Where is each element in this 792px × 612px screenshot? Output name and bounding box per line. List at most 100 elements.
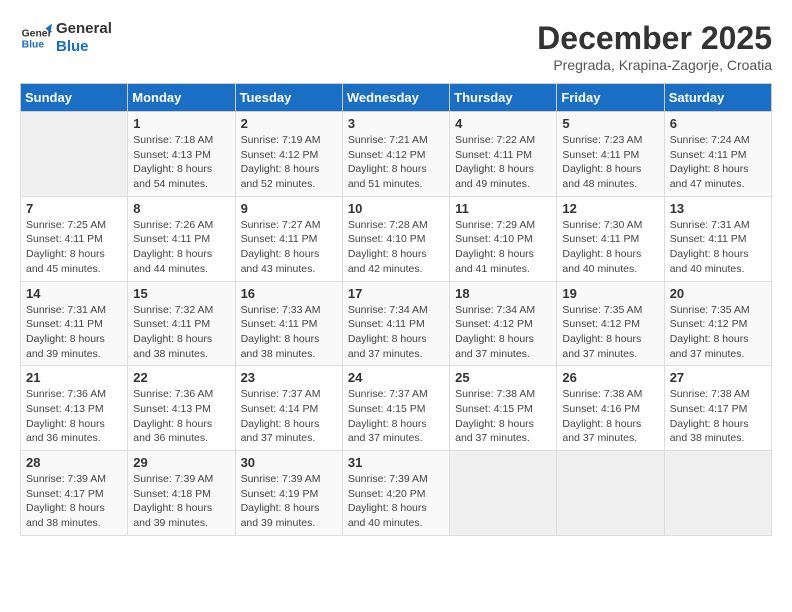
day-info: Sunrise: 7:36 AM Sunset: 4:13 PM Dayligh…: [133, 387, 229, 446]
header-wednesday: Wednesday: [342, 84, 449, 112]
day-number: 17: [348, 286, 444, 301]
day-info: Sunrise: 7:38 AM Sunset: 4:16 PM Dayligh…: [562, 387, 658, 446]
day-number: 23: [241, 370, 337, 385]
day-number: 26: [562, 370, 658, 385]
day-info: Sunrise: 7:33 AM Sunset: 4:11 PM Dayligh…: [241, 303, 337, 362]
calendar-cell: 17 Sunrise: 7:34 AM Sunset: 4:11 PM Dayli…: [342, 281, 449, 366]
day-number: 10: [348, 201, 444, 216]
day-info: Sunrise: 7:32 AM Sunset: 4:11 PM Dayligh…: [133, 303, 229, 362]
title-section: December 2025 Pregrada, Krapina-Zagorje,…: [537, 20, 772, 73]
day-info: Sunrise: 7:26 AM Sunset: 4:11 PM Dayligh…: [133, 218, 229, 277]
day-info: Sunrise: 7:30 AM Sunset: 4:11 PM Dayligh…: [562, 218, 658, 277]
day-number: 3: [348, 116, 444, 131]
day-info: Sunrise: 7:38 AM Sunset: 4:17 PM Dayligh…: [670, 387, 766, 446]
svg-text:Blue: Blue: [22, 40, 45, 51]
day-number: 7: [26, 201, 122, 216]
day-number: 24: [348, 370, 444, 385]
day-number: 12: [562, 201, 658, 216]
calendar-header-row: Sunday Monday Tuesday Wednesday Thursday…: [21, 84, 772, 112]
calendar-cell: 2 Sunrise: 7:19 AM Sunset: 4:12 PM Daylig…: [235, 112, 342, 197]
day-number: 2: [241, 116, 337, 131]
day-number: 30: [241, 455, 337, 470]
calendar-cell: 13Sunrise: 7:31 AM Sunset: 4:11 PM Dayli…: [664, 196, 771, 281]
day-number: 6: [670, 116, 766, 131]
day-info: Sunrise: 7:22 AM Sunset: 4:11 PM Dayligh…: [455, 133, 551, 192]
calendar-week-row: 14Sunrise: 7:31 AM Sunset: 4:11 PM Dayli…: [21, 281, 772, 366]
day-info: Sunrise: 7:27 AM Sunset: 4:11 PM Dayligh…: [241, 218, 337, 277]
day-info: Sunrise: 7:35 AM Sunset: 4:12 PM Dayligh…: [562, 303, 658, 362]
day-number: 19: [562, 286, 658, 301]
day-number: 4: [455, 116, 551, 131]
day-info: Sunrise: 7:39 AM Sunset: 4:17 PM Dayligh…: [26, 472, 122, 531]
day-number: 22: [133, 370, 229, 385]
day-info: Sunrise: 7:24 AM Sunset: 4:11 PM Dayligh…: [670, 133, 766, 192]
calendar-cell: 20 Sunrise: 7:35 AM Sunset: 4:12 PM Dayli…: [664, 281, 771, 366]
day-number: 11: [455, 201, 551, 216]
calendar-cell: 19 Sunrise: 7:35 AM Sunset: 4:12 PM Dayli…: [557, 281, 664, 366]
calendar-cell: 9 Sunrise: 7:27 AM Sunset: 4:11 PM Daylig…: [235, 196, 342, 281]
page-container: General Blue General Blue December 2025 …: [20, 20, 772, 536]
header-friday: Friday: [557, 84, 664, 112]
header-saturday: Saturday: [664, 84, 771, 112]
day-number: 20: [670, 286, 766, 301]
header-tuesday: Tuesday: [235, 84, 342, 112]
day-number: 29: [133, 455, 229, 470]
day-info: Sunrise: 7:19 AM Sunset: 4:12 PM Dayligh…: [241, 133, 337, 192]
calendar-cell: [21, 112, 128, 197]
calendar-cell: 29 Sunrise: 7:39 AM Sunset: 4:18 PM Dayli…: [128, 451, 235, 536]
calendar-cell: 16 Sunrise: 7:33 AM Sunset: 4:11 PM Dayli…: [235, 281, 342, 366]
logo-blue: Blue: [56, 38, 112, 56]
month-title: December 2025: [537, 20, 772, 57]
calendar-cell: [664, 451, 771, 536]
calendar-cell: 6 Sunrise: 7:24 AM Sunset: 4:11 PM Daylig…: [664, 112, 771, 197]
day-info: Sunrise: 7:35 AM Sunset: 4:12 PM Dayligh…: [670, 303, 766, 362]
header-sunday: Sunday: [21, 84, 128, 112]
day-number: 8: [133, 201, 229, 216]
day-info: Sunrise: 7:31 AM Sunset: 4:11 PM Dayligh…: [26, 303, 122, 362]
calendar-cell: [557, 451, 664, 536]
day-number: 1: [133, 116, 229, 131]
day-number: 28: [26, 455, 122, 470]
day-number: 5: [562, 116, 658, 131]
calendar-week-row: 7 Sunrise: 7:25 AM Sunset: 4:11 PM Daylig…: [21, 196, 772, 281]
calendar-cell: 22 Sunrise: 7:36 AM Sunset: 4:13 PM Dayli…: [128, 366, 235, 451]
calendar-cell: 26 Sunrise: 7:38 AM Sunset: 4:16 PM Dayli…: [557, 366, 664, 451]
day-number: 25: [455, 370, 551, 385]
calendar-week-row: 28 Sunrise: 7:39 AM Sunset: 4:17 PM Dayli…: [21, 451, 772, 536]
day-info: Sunrise: 7:25 AM Sunset: 4:11 PM Dayligh…: [26, 218, 122, 277]
day-info: Sunrise: 7:28 AM Sunset: 4:10 PM Dayligh…: [348, 218, 444, 277]
calendar-week-row: 21 Sunrise: 7:36 AM Sunset: 4:13 PM Dayli…: [21, 366, 772, 451]
day-info: Sunrise: 7:31 AM Sunset: 4:11 PM Dayligh…: [670, 218, 766, 277]
calendar-cell: 15Sunrise: 7:32 AM Sunset: 4:11 PM Dayli…: [128, 281, 235, 366]
day-info: Sunrise: 7:38 AM Sunset: 4:15 PM Dayligh…: [455, 387, 551, 446]
calendar-cell: 8 Sunrise: 7:26 AM Sunset: 4:11 PM Daylig…: [128, 196, 235, 281]
calendar-cell: 11 Sunrise: 7:29 AM Sunset: 4:10 PM Dayli…: [450, 196, 557, 281]
calendar-cell: 30Sunrise: 7:39 AM Sunset: 4:19 PM Dayli…: [235, 451, 342, 536]
day-number: 16: [241, 286, 337, 301]
day-info: Sunrise: 7:29 AM Sunset: 4:10 PM Dayligh…: [455, 218, 551, 277]
calendar-cell: 14Sunrise: 7:31 AM Sunset: 4:11 PM Dayli…: [21, 281, 128, 366]
location-subtitle: Pregrada, Krapina-Zagorje, Croatia: [537, 57, 772, 73]
calendar-cell: 24 Sunrise: 7:37 AM Sunset: 4:15 PM Dayli…: [342, 366, 449, 451]
calendar-table: Sunday Monday Tuesday Wednesday Thursday…: [20, 83, 772, 536]
calendar-cell: 23 Sunrise: 7:37 AM Sunset: 4:14 PM Dayli…: [235, 366, 342, 451]
day-info: Sunrise: 7:37 AM Sunset: 4:15 PM Dayligh…: [348, 387, 444, 446]
calendar-cell: 18Sunrise: 7:34 AM Sunset: 4:12 PM Dayli…: [450, 281, 557, 366]
calendar-cell: 3 Sunrise: 7:21 AM Sunset: 4:12 PM Daylig…: [342, 112, 449, 197]
header-monday: Monday: [128, 84, 235, 112]
day-number: 27: [670, 370, 766, 385]
calendar-cell: 27 Sunrise: 7:38 AM Sunset: 4:17 PM Dayli…: [664, 366, 771, 451]
day-info: Sunrise: 7:18 AM Sunset: 4:13 PM Dayligh…: [133, 133, 229, 192]
day-number: 9: [241, 201, 337, 216]
header-thursday: Thursday: [450, 84, 557, 112]
calendar-cell: 25 Sunrise: 7:38 AM Sunset: 4:15 PM Dayli…: [450, 366, 557, 451]
day-number: 21: [26, 370, 122, 385]
day-info: Sunrise: 7:21 AM Sunset: 4:12 PM Dayligh…: [348, 133, 444, 192]
day-info: Sunrise: 7:37 AM Sunset: 4:14 PM Dayligh…: [241, 387, 337, 446]
calendar-cell: 10 Sunrise: 7:28 AM Sunset: 4:10 PM Dayli…: [342, 196, 449, 281]
day-info: Sunrise: 7:39 AM Sunset: 4:18 PM Dayligh…: [133, 472, 229, 531]
day-info: Sunrise: 7:34 AM Sunset: 4:11 PM Dayligh…: [348, 303, 444, 362]
calendar-cell: [450, 451, 557, 536]
logo: General Blue General Blue: [20, 20, 112, 56]
day-number: 18: [455, 286, 551, 301]
